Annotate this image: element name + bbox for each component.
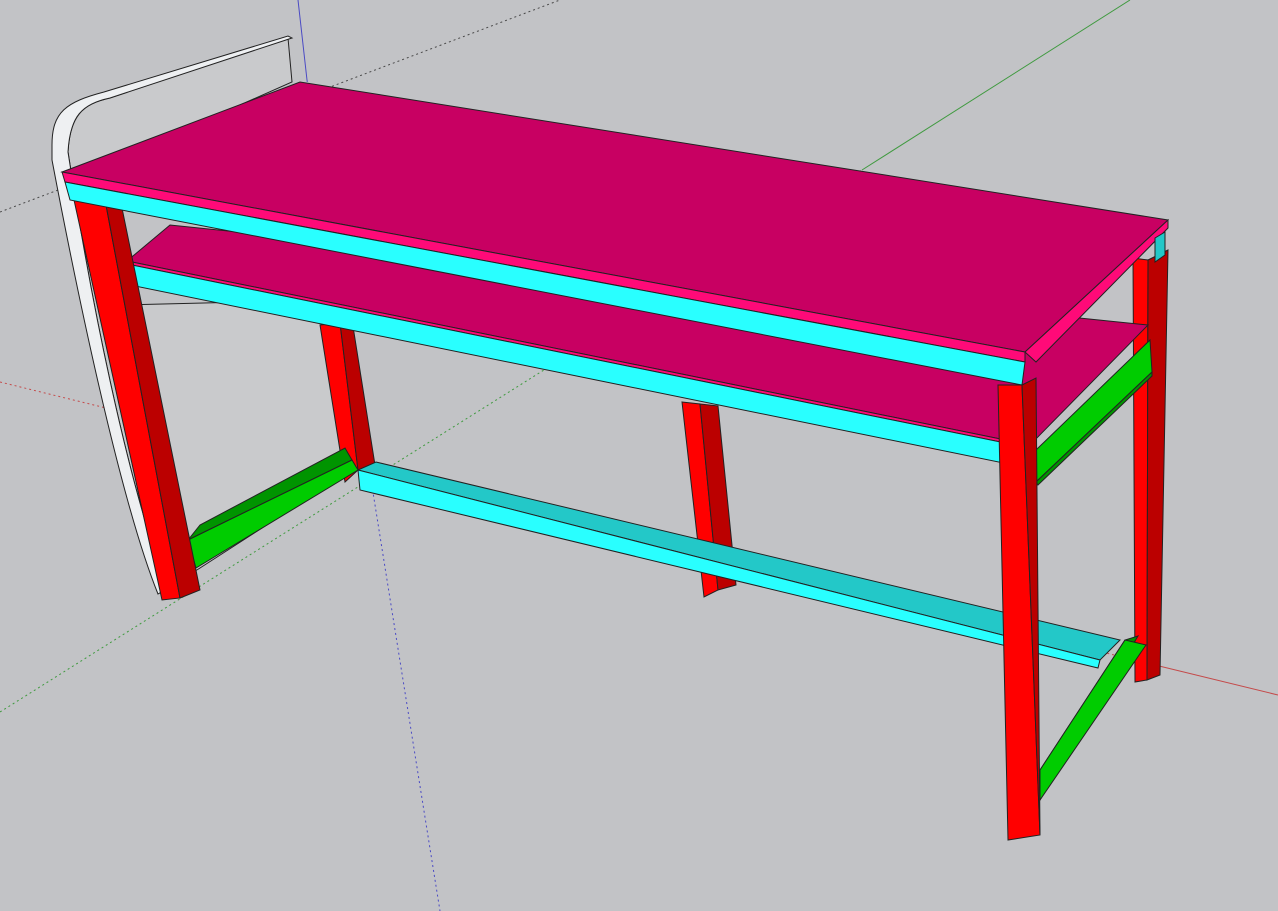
3d-model-canvas[interactable] (0, 0, 1278, 911)
sketchup-viewport[interactable] (0, 0, 1278, 911)
leg-face (1132, 257, 1149, 683)
